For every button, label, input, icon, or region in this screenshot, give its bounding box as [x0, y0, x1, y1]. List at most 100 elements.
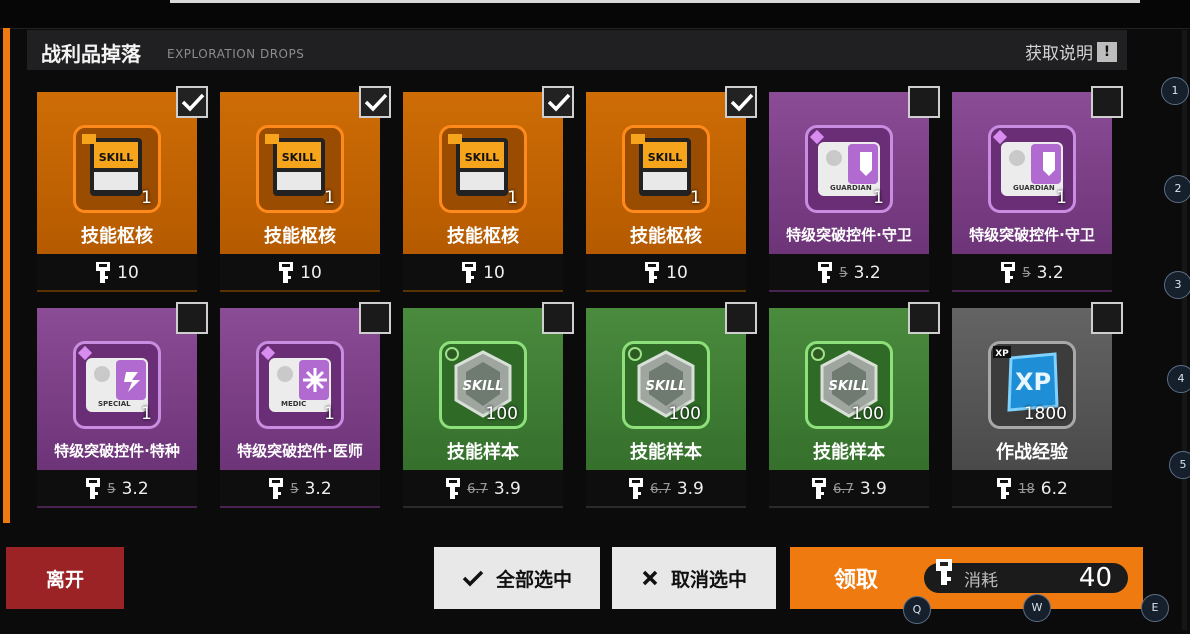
item-quantity: 100 [485, 404, 518, 424]
loot-card[interactable]: SKILL 100 技能样本 6.7 3.9 [769, 302, 940, 508]
deselect-all-button[interactable]: 取消选中 [612, 547, 776, 609]
svg-text:XP: XP [995, 349, 1009, 359]
side-marker-5[interactable]: 5 [1169, 451, 1190, 479]
item-quantity: 1 [1056, 188, 1067, 208]
item-name: 技能样本 [447, 442, 519, 463]
guardian-module-icon: GUARDIAN 1 [988, 125, 1076, 213]
select-checkbox[interactable] [1091, 86, 1123, 118]
card-art: GUARDIAN 1 特级突破控件·守卫 [952, 92, 1112, 254]
select-all-button[interactable]: 全部选中 [434, 547, 600, 609]
guardian-module-icon: GUARDIAN 1 [805, 125, 893, 213]
item-quantity: 1 [873, 188, 884, 208]
skill-sample-icon: SKILL 100 [622, 341, 710, 429]
original-cost: 5 [1022, 265, 1031, 281]
loot-card[interactable]: MEDIC 1 特级突破控件·医师 5 3.2 [220, 302, 391, 508]
cost-row: 5 3.2 [952, 254, 1112, 292]
item-cost: 10 [300, 263, 322, 283]
item-quantity: 100 [668, 404, 701, 424]
svg-text:MEDIC: MEDIC [281, 400, 306, 408]
original-cost: 5 [839, 265, 848, 281]
hotkey-q[interactable]: Q [903, 596, 931, 624]
svg-text:GUARDIAN: GUARDIAN [830, 184, 872, 192]
select-checkbox[interactable] [359, 86, 391, 118]
leave-button[interactable]: 离开 [6, 547, 124, 609]
select-checkbox[interactable] [542, 302, 574, 334]
loot-card[interactable]: SKILL 1 技能枢核 10 [586, 86, 757, 292]
item-name: 技能枢核 [81, 226, 153, 247]
svg-text:SKILL: SKILL [646, 379, 687, 394]
item-quantity: 1 [141, 188, 152, 208]
svg-text:SKILL: SKILL [463, 379, 504, 394]
medic-module-icon: MEDIC 1 [256, 341, 344, 429]
svg-text:GUARDIAN: GUARDIAN [1013, 184, 1055, 192]
skill-sample-icon: SKILL 100 [805, 341, 893, 429]
card-art: SKILL 100 技能样本 [403, 308, 563, 470]
card-art: SKILL 1 技能枢核 [37, 92, 197, 254]
claim-label: 领取 [834, 568, 879, 593]
check-icon [181, 93, 205, 112]
side-marker-1[interactable]: 1 [1161, 77, 1189, 105]
check-icon [462, 570, 484, 587]
svg-text:SKILL: SKILL [465, 151, 500, 164]
loot-card[interactable]: SKILL 1 技能枢核 10 [37, 86, 208, 292]
side-marker-2[interactable]: 2 [1164, 175, 1190, 203]
item-cost: 3.2 [1036, 263, 1064, 283]
leave-label: 离开 [45, 568, 84, 591]
loot-card[interactable]: GUARDIAN 1 特级突破控件·守卫 5 3.2 [769, 86, 940, 292]
skill-core-icon: SKILL 1 [622, 125, 710, 213]
card-art: SKILL 1 技能枢核 [586, 92, 746, 254]
cost-row: 5 3.2 [220, 470, 380, 508]
key-icon [279, 262, 294, 283]
item-quantity: 1 [507, 188, 518, 208]
item-quantity: 1 [690, 188, 701, 208]
claim-button[interactable]: 领取 消耗 40 [790, 547, 1143, 609]
cost-row: 6.7 3.9 [403, 470, 563, 508]
check-icon [730, 93, 754, 112]
select-checkbox[interactable] [725, 86, 757, 118]
select-checkbox[interactable] [1091, 302, 1123, 334]
loot-card[interactable]: XP XP 1800 作战经验 18 6.2 [952, 302, 1123, 508]
select-checkbox[interactable] [908, 86, 940, 118]
item-name: 技能样本 [630, 442, 702, 463]
item-cost: 6.2 [1040, 479, 1068, 499]
loot-card[interactable]: SKILL 100 技能样本 6.7 3.9 [403, 302, 574, 508]
loot-card[interactable]: GUARDIAN 1 特级突破控件·守卫 5 3.2 [952, 86, 1123, 292]
select-checkbox[interactable] [725, 302, 757, 334]
hotkey-w[interactable]: W [1023, 594, 1051, 622]
help-button[interactable]: 获取说明 ! [1025, 39, 1117, 64]
item-name: 技能样本 [813, 442, 885, 463]
select-checkbox[interactable] [176, 86, 208, 118]
select-checkbox[interactable] [359, 302, 391, 334]
item-quantity: 1 [324, 188, 335, 208]
hotkey-e[interactable]: E [1141, 594, 1169, 622]
cost-row: 10 [586, 254, 746, 292]
xp-crystal-icon: XP XP 1800 [988, 341, 1076, 429]
item-name: 技能枢核 [630, 226, 702, 247]
loot-card[interactable]: SKILL 1 技能枢核 10 [220, 86, 391, 292]
side-marker-4[interactable]: 4 [1167, 365, 1190, 393]
cost-row: 5 3.2 [769, 254, 929, 292]
key-icon [96, 262, 111, 283]
svg-text:SKILL: SKILL [99, 151, 134, 164]
deselect-label: 取消选中 [670, 568, 747, 591]
select-checkbox[interactable] [908, 302, 940, 334]
card-art: GUARDIAN 1 特级突破控件·守卫 [769, 92, 929, 254]
original-cost: 6.7 [650, 481, 671, 497]
skill-core-icon: SKILL 1 [256, 125, 344, 213]
item-name: 特级突破控件·守卫 [969, 226, 1095, 244]
select-checkbox[interactable] [176, 302, 208, 334]
loot-card[interactable]: SKILL 1 技能枢核 10 [403, 86, 574, 292]
key-icon [446, 478, 461, 499]
loot-card[interactable]: SKILL 100 技能样本 6.7 3.9 [586, 302, 757, 508]
loot-card[interactable]: SPECIAL 1 特级突破控件·特种 5 3.2 [37, 302, 208, 508]
original-cost: 6.7 [467, 481, 488, 497]
side-scrollbar[interactable] [1182, 30, 1187, 630]
select-checkbox[interactable] [542, 86, 574, 118]
close-icon [642, 570, 658, 586]
side-marker-3[interactable]: 3 [1164, 271, 1190, 299]
item-cost: 10 [117, 263, 139, 283]
key-icon [629, 478, 644, 499]
page-subtitle: EXPLORATION DROPS [167, 47, 305, 61]
card-art: XP XP 1800 作战经验 [952, 308, 1112, 470]
cost-row: 5 3.2 [37, 470, 197, 508]
